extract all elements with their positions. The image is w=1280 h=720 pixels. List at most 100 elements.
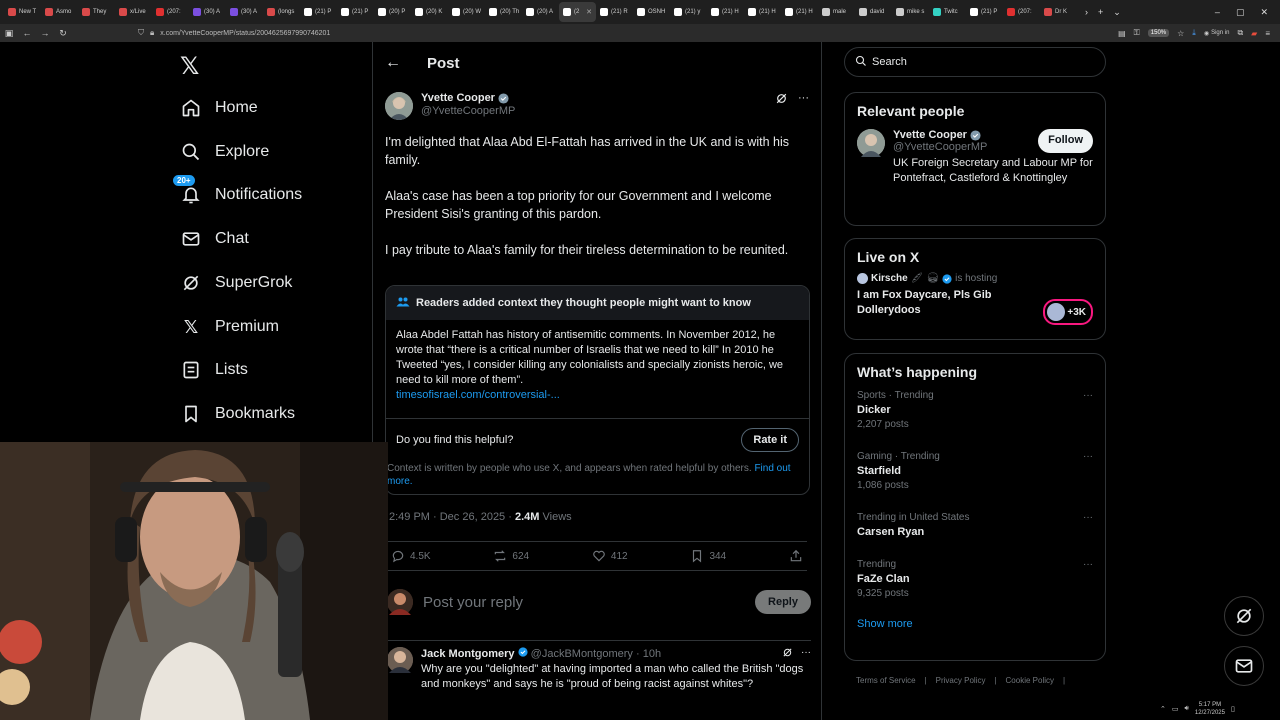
reply-submit-button[interactable]: Reply bbox=[755, 590, 811, 614]
browser-tab[interactable]: New T bbox=[4, 2, 41, 22]
network-icon[interactable]: ▭ bbox=[1172, 705, 1179, 713]
sidebar-item-supergrok[interactable]: SuperGrok bbox=[180, 272, 292, 294]
extension-badge-icon[interactable]: ▰ bbox=[1251, 29, 1257, 38]
browser-tab[interactable]: Dr K bbox=[1040, 2, 1077, 22]
close-tab-icon[interactable]: ✕ bbox=[586, 8, 592, 16]
maximize-icon[interactable]: ▢ bbox=[1236, 7, 1245, 18]
browser-tab[interactable]: (30) A bbox=[189, 2, 226, 22]
more-options-icon[interactable]: ··· bbox=[801, 647, 811, 661]
browser-tab[interactable]: (20) A bbox=[522, 2, 559, 22]
back-arrow-icon[interactable]: ← bbox=[385, 54, 415, 72]
system-clock[interactable]: 5:17 PM 12/27/2025 bbox=[1195, 701, 1225, 717]
minimize-icon[interactable]: – bbox=[1215, 7, 1220, 17]
author-name[interactable]: Yvette Cooper bbox=[421, 92, 515, 104]
download-icon[interactable]: ⤓ bbox=[1192, 28, 1196, 38]
more-options-icon[interactable]: ··· bbox=[1083, 512, 1093, 523]
tab-list-icon[interactable]: ⌄ bbox=[1113, 7, 1121, 18]
browser-tab[interactable]: (20) W bbox=[448, 2, 485, 22]
reply-button[interactable]: 4.5K bbox=[391, 549, 431, 563]
new-tab-icon[interactable]: + bbox=[1098, 7, 1103, 17]
signin-button[interactable]: ◉ Sign in bbox=[1204, 30, 1230, 37]
share-button[interactable] bbox=[789, 549, 803, 563]
browser-tab[interactable]: (20) P bbox=[374, 2, 411, 22]
browser-tab[interactable]: (207: bbox=[152, 2, 189, 22]
browser-tab[interactable]: david bbox=[855, 2, 892, 22]
show-more-link[interactable]: Show more bbox=[845, 614, 1105, 630]
volume-icon[interactable]: 🔊︎ bbox=[1185, 705, 1189, 713]
browser-tab[interactable]: x/Live bbox=[115, 2, 152, 22]
grok-floating-button[interactable] bbox=[1224, 596, 1264, 636]
bookmark-star-icon[interactable]: ☆ bbox=[1177, 29, 1184, 38]
browser-tab[interactable]: Asmo bbox=[41, 2, 78, 22]
back-button[interactable]: ← bbox=[18, 28, 36, 38]
browser-tab[interactable]: (2 ✕ bbox=[559, 2, 596, 22]
browser-tab[interactable]: (30) A bbox=[226, 2, 263, 22]
avatar[interactable] bbox=[857, 129, 885, 157]
forward-button[interactable]: → bbox=[36, 28, 54, 38]
reload-button[interactable]: ↻ bbox=[54, 28, 72, 39]
address-bar[interactable]: ⛉ 🔒︎ x.com/YvetteCooperMP/status/2004625… bbox=[132, 26, 1112, 40]
reply-input[interactable]: Post your reply bbox=[423, 594, 523, 611]
browser-tab[interactable]: OSNH bbox=[633, 2, 670, 22]
relevant-person-name[interactable]: Yvette Cooper bbox=[893, 129, 1028, 141]
browser-tab[interactable]: (21) P bbox=[966, 2, 1003, 22]
rate-it-button[interactable]: Rate it bbox=[741, 427, 799, 452]
sidebar-item-chat[interactable]: Chat bbox=[180, 228, 249, 250]
browser-tab[interactable]: (21) y bbox=[670, 2, 707, 22]
bookmark-button[interactable]: 344 bbox=[690, 549, 726, 563]
browser-tab[interactable]: male bbox=[818, 2, 855, 22]
author-handle[interactable]: @YvetteCooperMP bbox=[421, 105, 515, 117]
community-note-link[interactable]: timesofisrael.com/controversial-... bbox=[396, 388, 799, 403]
more-options-icon[interactable]: ··· bbox=[1083, 451, 1093, 462]
tray-chevron-icon[interactable]: ⌃ bbox=[1160, 705, 1166, 713]
sidebar-item-explore[interactable]: Explore bbox=[180, 141, 269, 163]
browser-tab[interactable]: (20) K bbox=[411, 2, 448, 22]
sidebar-item-notifications[interactable]: 20+ Notifications bbox=[172, 174, 302, 206]
browser-tab[interactable]: (longs bbox=[263, 2, 300, 22]
sidebar-item-home[interactable]: Home bbox=[180, 97, 258, 119]
grok-explain-icon[interactable] bbox=[782, 647, 793, 661]
sidebar-item-premium[interactable]: 𝕏 Premium bbox=[180, 316, 279, 338]
trend-item[interactable]: Sports · Trending Dicker 2,207 posts ··· bbox=[845, 384, 1105, 445]
browser-tab[interactable]: Twitc bbox=[929, 2, 966, 22]
close-window-icon[interactable]: ✕ bbox=[1260, 7, 1268, 18]
zoom-badge[interactable]: 150% bbox=[1147, 29, 1170, 37]
footer-link[interactable]: Cookie Policy bbox=[1006, 676, 1054, 685]
extensions-icon[interactable]: ⧉ bbox=[1237, 28, 1243, 38]
browser-tab[interactable]: (21) P bbox=[300, 2, 337, 22]
tab-scroll-right-icon[interactable]: › bbox=[1085, 7, 1088, 17]
more-options-icon[interactable]: ··· bbox=[1083, 390, 1093, 401]
sidebar-item-bookmarks[interactable]: Bookmarks bbox=[180, 403, 295, 425]
trend-item[interactable]: Trending in United States Carsen Ryan ··… bbox=[845, 506, 1105, 553]
sidebar-item-lists[interactable]: Lists bbox=[180, 359, 248, 381]
live-host-row[interactable]: Kirsche 🥖︎ 🍔︎ is hosting bbox=[845, 265, 1105, 284]
browser-tab[interactable]: They bbox=[78, 2, 115, 22]
key-icon[interactable]: ⚿ bbox=[1134, 28, 1140, 38]
relevant-person[interactable]: Yvette Cooper @YvetteCooperMP UK Foreign… bbox=[845, 119, 1105, 196]
browser-tab[interactable]: mike s bbox=[892, 2, 929, 22]
messages-floating-button[interactable] bbox=[1224, 646, 1264, 686]
search-input[interactable]: Search bbox=[844, 47, 1106, 77]
browser-tab[interactable]: (21) H bbox=[744, 2, 781, 22]
follow-button[interactable]: Follow bbox=[1038, 129, 1093, 153]
x-logo-icon[interactable]: 𝕏 bbox=[180, 52, 199, 81]
browser-tab[interactable]: (21) R bbox=[596, 2, 633, 22]
relevant-person-handle[interactable]: @YvetteCooperMP bbox=[893, 141, 1028, 153]
footer-link[interactable]: Privacy Policy bbox=[936, 676, 986, 685]
notification-center-icon[interactable]: ▯ bbox=[1231, 705, 1235, 713]
live-space-title[interactable]: I am Fox Daycare, Pls Gib Dollerydoos bbox=[845, 284, 1035, 318]
reply-post[interactable]: Jack Montgomery @JackBMontgomery · 10h W… bbox=[387, 640, 811, 692]
reader-icon[interactable]: ▤ bbox=[1118, 29, 1126, 38]
footer-link[interactable]: Terms of Service bbox=[856, 676, 916, 685]
like-button[interactable]: 412 bbox=[592, 549, 628, 563]
browser-tab[interactable]: (20) Th bbox=[485, 2, 522, 22]
live-listener-count[interactable]: +3K bbox=[1043, 299, 1093, 325]
repost-button[interactable]: 624 bbox=[493, 549, 529, 563]
grok-explain-icon[interactable] bbox=[775, 92, 788, 108]
avatar[interactable] bbox=[387, 647, 413, 673]
more-options-icon[interactable]: ··· bbox=[798, 92, 809, 108]
browser-tab[interactable]: (21) H bbox=[781, 2, 818, 22]
trend-item[interactable]: Gaming · Trending Starfield 1,086 posts … bbox=[845, 445, 1105, 506]
browser-tab[interactable]: (21) P bbox=[337, 2, 374, 22]
menu-icon[interactable]: ≡ bbox=[1265, 29, 1270, 38]
